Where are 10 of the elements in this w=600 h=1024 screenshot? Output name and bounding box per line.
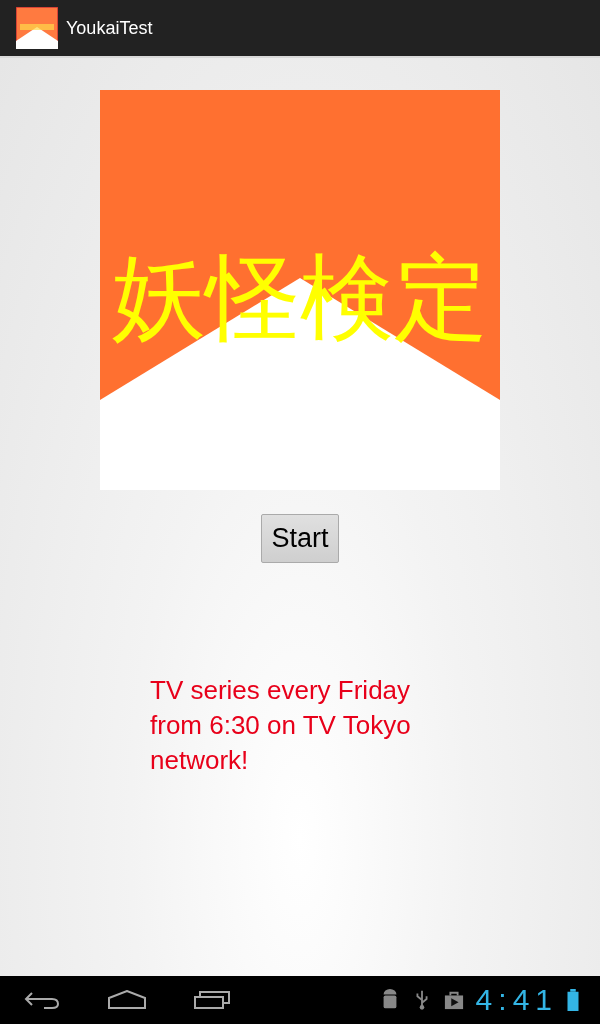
clock: 4:41 xyxy=(475,983,558,1017)
app-icon[interactable] xyxy=(16,7,58,49)
start-button[interactable]: Start xyxy=(261,514,339,563)
back-icon[interactable] xyxy=(24,990,60,1010)
store-bag-icon xyxy=(443,989,464,1011)
battery-icon xyxy=(566,989,580,1011)
recent-apps-icon[interactable] xyxy=(194,990,230,1010)
home-icon[interactable] xyxy=(108,990,146,1010)
app-title: YoukaiTest xyxy=(66,17,153,39)
message-text: TV series every Friday from 6:30 on TV Tokyo network! xyxy=(150,674,412,777)
